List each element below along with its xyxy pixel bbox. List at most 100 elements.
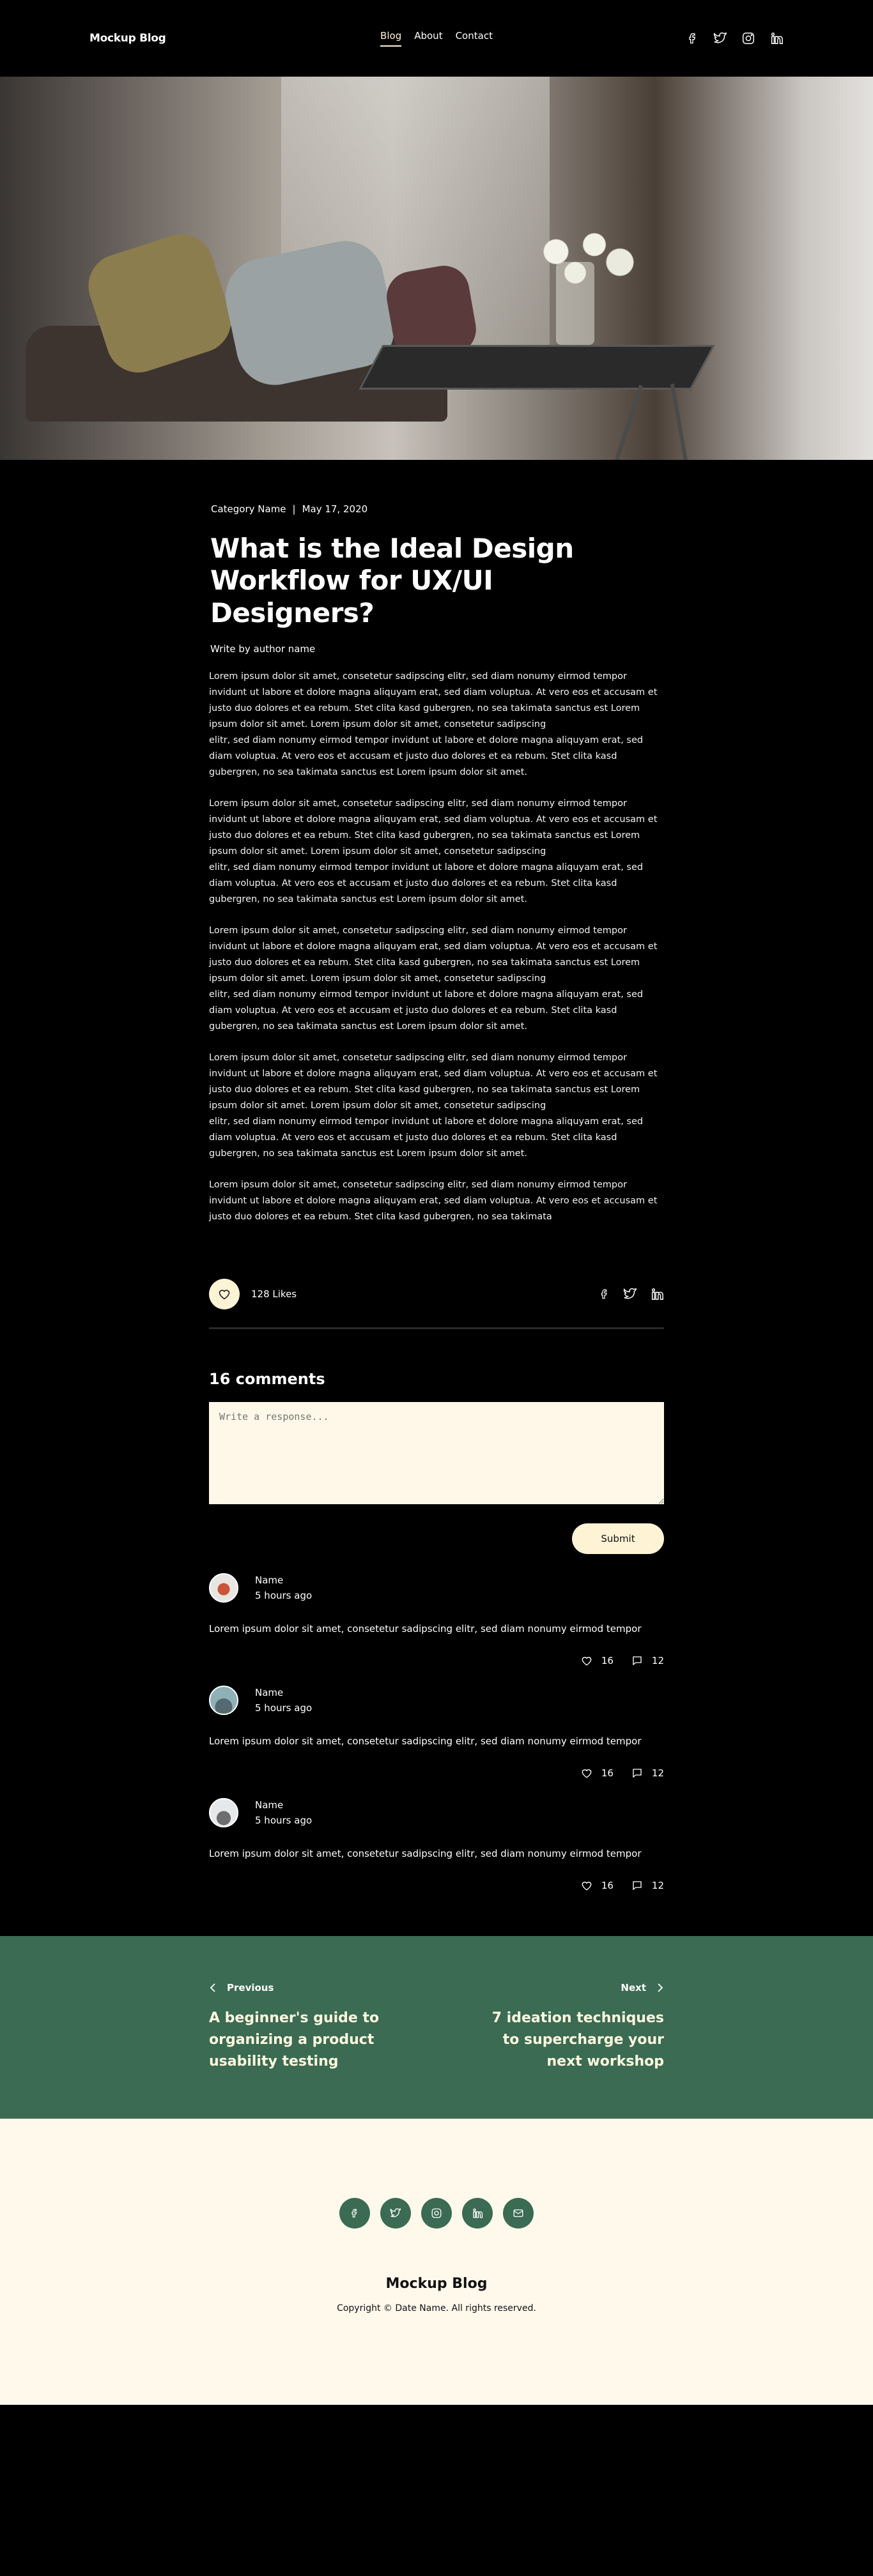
hero-table-leg — [614, 385, 643, 460]
article-category[interactable]: Category Name — [211, 503, 286, 515]
hero-table-leg — [670, 383, 689, 460]
comment-item: Name 5 hours ago Lorem ipsum dolor sit a… — [209, 1686, 664, 1779]
article-author: Write by author name — [210, 643, 316, 655]
previous-post-title: A beginner's guide to organizing a produ… — [209, 2010, 380, 2070]
linkedin-icon[interactable] — [462, 2198, 493, 2229]
comment-text: Lorem ipsum dolor sit amet, consetetur s… — [209, 1735, 642, 1748]
twitter-icon[interactable] — [380, 2198, 411, 2229]
comment-actions: 16 12 — [209, 1655, 664, 1666]
nav-link-about[interactable]: About — [414, 30, 442, 47]
nav-link-contact[interactable]: Contact — [456, 30, 493, 47]
article-title: What is the Ideal Design Workflow for UX… — [210, 533, 574, 629]
heart-icon — [581, 1880, 592, 1891]
twitter-icon[interactable] — [713, 31, 727, 45]
comment-like-count: 16 — [601, 1655, 614, 1667]
linkedin-icon[interactable] — [650, 1287, 664, 1301]
chat-bubble-icon — [631, 1655, 643, 1666]
chevron-left-icon — [209, 1983, 217, 1992]
heart-icon — [581, 1655, 592, 1666]
heart-icon — [218, 1288, 231, 1300]
brand-logo[interactable]: Mockup Blog — [89, 32, 166, 45]
comment-text: Lorem ipsum dolor sit amet, consetetur s… — [209, 1623, 642, 1635]
meta-separator: | — [292, 503, 296, 515]
comment-like-button[interactable]: 16 — [581, 1655, 614, 1666]
chevron-right-icon — [656, 1983, 664, 1992]
comment-like-button[interactable]: 16 — [581, 1880, 614, 1891]
nav-links: Blog About Contact — [380, 30, 493, 47]
article-date: May 17, 2020 — [302, 503, 368, 515]
comment-time: 5 hours ago — [255, 1815, 313, 1827]
article-paragraph: Lorem ipsum dolor sit amet, consetetur s… — [209, 798, 658, 905]
comment-author[interactable]: Name — [255, 1574, 312, 1586]
comment-like-button[interactable]: 16 — [581, 1767, 614, 1779]
comment-header: Name 5 hours ago — [209, 1686, 664, 1716]
next-label-row: Next — [472, 1982, 664, 1993]
instagram-icon[interactable] — [741, 31, 755, 45]
comments-heading: 16 comments — [209, 1370, 325, 1389]
top-navbar: Mockup Blog Blog About Contact — [0, 0, 873, 77]
comment-reply-count: 12 — [651, 1767, 664, 1780]
comment-reply-count: 12 — [651, 1655, 664, 1667]
article-meta: Category Name | May 17, 2020 — [211, 503, 664, 515]
post-pager: Previous A beginner's guide to organizin… — [0, 1936, 873, 2119]
comment-like-count: 16 — [601, 1767, 614, 1780]
chat-bubble-icon — [631, 1880, 643, 1891]
next-post-link[interactable]: Next 7 ideation techniques to supercharg… — [472, 1982, 664, 2119]
article-paragraph: Lorem ipsum dolor sit amet, consetetur s… — [209, 926, 658, 1032]
submit-row: Submit — [209, 1523, 664, 1555]
comment-header: Name 5 hours ago — [209, 1798, 664, 1828]
previous-label: Previous — [227, 1982, 274, 1994]
next-post-title: 7 ideation techniques to supercharge you… — [491, 2010, 664, 2070]
comment-author[interactable]: Name — [255, 1687, 312, 1698]
comment-like-count: 16 — [601, 1880, 614, 1892]
comment-reply-button[interactable]: 12 — [631, 1655, 664, 1666]
article-paragraph: Lorem ipsum dolor sit amet, consetetur s… — [209, 671, 658, 778]
heart-icon — [581, 1767, 592, 1779]
mail-icon[interactable] — [503, 2198, 534, 2229]
comment-actions: 16 12 — [209, 1767, 664, 1779]
comment-item: Name 5 hours ago Lorem ipsum dolor sit a… — [209, 1573, 664, 1666]
nav-social-links — [686, 31, 784, 45]
comment-reply-button[interactable]: 12 — [631, 1880, 664, 1891]
likes-share-bar: 128 Likes — [209, 1279, 664, 1330]
comment-text: Lorem ipsum dolor sit amet, consetetur s… — [209, 1848, 642, 1860]
chat-bubble-icon — [631, 1767, 643, 1779]
comment-time: 5 hours ago — [255, 1590, 313, 1602]
instagram-icon[interactable] — [421, 2198, 452, 2229]
previous-label-row: Previous — [209, 1982, 401, 1993]
article-paragraph: Lorem ipsum dolor sit amet, consetetur s… — [209, 1180, 658, 1223]
previous-post-link[interactable]: Previous A beginner's guide to organizin… — [209, 1982, 401, 2119]
like-group: 128 Likes — [209, 1279, 297, 1310]
like-button[interactable] — [209, 1279, 240, 1310]
footer: Mockup Blog Copyright © Date Name. All r… — [0, 2119, 873, 2405]
facebook-icon[interactable] — [339, 2198, 370, 2229]
next-label: Next — [621, 1982, 646, 1994]
nav-link-blog[interactable]: Blog — [380, 30, 402, 47]
avatar[interactable] — [209, 1686, 238, 1716]
comment-item: Name 5 hours ago Lorem ipsum dolor sit a… — [209, 1798, 664, 1891]
comment-time: 5 hours ago — [255, 1702, 313, 1714]
comment-reply-button[interactable]: 12 — [631, 1767, 664, 1779]
hero-flowers — [518, 224, 645, 294]
footer-brand: Mockup Blog — [385, 2276, 488, 2292]
facebook-icon[interactable] — [599, 1287, 610, 1301]
avatar[interactable] — [209, 1573, 238, 1603]
likes-count: 128 Likes — [251, 1288, 297, 1300]
article-paragraph: Lorem ipsum dolor sit amet, consetetur s… — [209, 1053, 658, 1159]
comment-actions: 16 12 — [209, 1880, 664, 1891]
facebook-icon[interactable] — [686, 31, 699, 45]
response-input[interactable] — [209, 1402, 664, 1505]
linkedin-icon[interactable] — [769, 31, 784, 45]
twitter-icon[interactable] — [623, 1287, 637, 1301]
hero-table — [359, 345, 715, 390]
submit-button[interactable]: Submit — [572, 1523, 664, 1555]
comment-reply-count: 12 — [651, 1880, 664, 1892]
comment-author[interactable]: Name — [255, 1799, 312, 1811]
comment-header: Name 5 hours ago — [209, 1573, 664, 1603]
article: Category Name | May 17, 2020 What is the… — [209, 460, 664, 1891]
footer-social-links — [339, 2198, 534, 2229]
share-links — [599, 1287, 664, 1301]
hero-image — [0, 77, 873, 460]
footer-copyright: Copyright © Date Name. All rights reserv… — [337, 2303, 536, 2314]
avatar[interactable] — [209, 1798, 238, 1828]
